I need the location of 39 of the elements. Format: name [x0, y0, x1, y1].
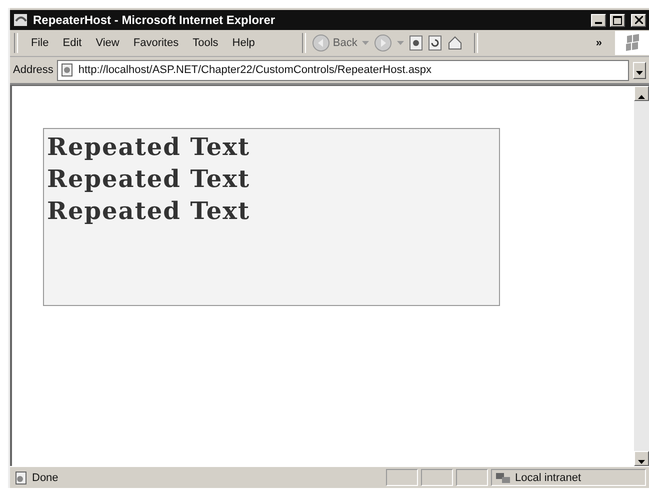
- page-icon: [13, 470, 29, 484]
- menu-item[interactable]: Help: [225, 37, 262, 49]
- close-icon: [634, 16, 642, 24]
- window-title: RepeaterHost - Microsoft Internet Explorer: [33, 13, 276, 27]
- address-input[interactable]: http://localhost/ASP.NET/Chapter22/CustomControls/RepeaterHost.aspx: [78, 64, 626, 76]
- maximize-icon: [613, 16, 622, 24]
- close-button[interactable]: [631, 14, 646, 26]
- scroll-down-button[interactable]: [634, 451, 649, 466]
- maximize-button[interactable]: [610, 14, 625, 26]
- home-icon[interactable]: [447, 35, 464, 51]
- network-icon: [495, 470, 511, 484]
- menu-item[interactable]: Favorites: [126, 37, 186, 49]
- stop-icon[interactable]: [409, 35, 424, 51]
- status-panel: [456, 469, 488, 486]
- status-text: Done: [32, 472, 58, 484]
- repeated-text: Repeated Text: [47, 163, 250, 195]
- address-label: Address: [13, 64, 54, 76]
- back-icon: [312, 34, 330, 52]
- menu-item[interactable]: File: [24, 37, 56, 49]
- address-field[interactable]: http://localhost/ASP.NET/Chapter22/CustomControls/RepeaterHost.aspx: [57, 60, 629, 80]
- menu-item[interactable]: Tools: [186, 37, 226, 49]
- menu-item[interactable]: View: [88, 37, 126, 49]
- minimize-button[interactable]: [591, 14, 606, 26]
- zone-text: Local intranet: [515, 472, 582, 484]
- up-arrow-icon: [638, 95, 645, 99]
- status-panel: [386, 469, 418, 486]
- refresh-icon[interactable]: [428, 35, 442, 51]
- scroll-up-button[interactable]: [634, 86, 649, 101]
- caret-icon: [636, 70, 643, 74]
- dropdown-button[interactable]: [633, 62, 646, 78]
- browser-icon: [13, 12, 29, 28]
- menu-item[interactable]: Edit: [56, 37, 89, 49]
- scrollbar[interactable]: [634, 86, 649, 466]
- page-icon: [60, 63, 74, 77]
- down-arrow-icon: [638, 460, 645, 464]
- repeated-text: Repeated Text: [47, 131, 250, 163]
- chevron-button[interactable]: »: [596, 37, 602, 49]
- status-panel: [421, 469, 453, 486]
- repeated-text: Repeated Text: [47, 195, 250, 227]
